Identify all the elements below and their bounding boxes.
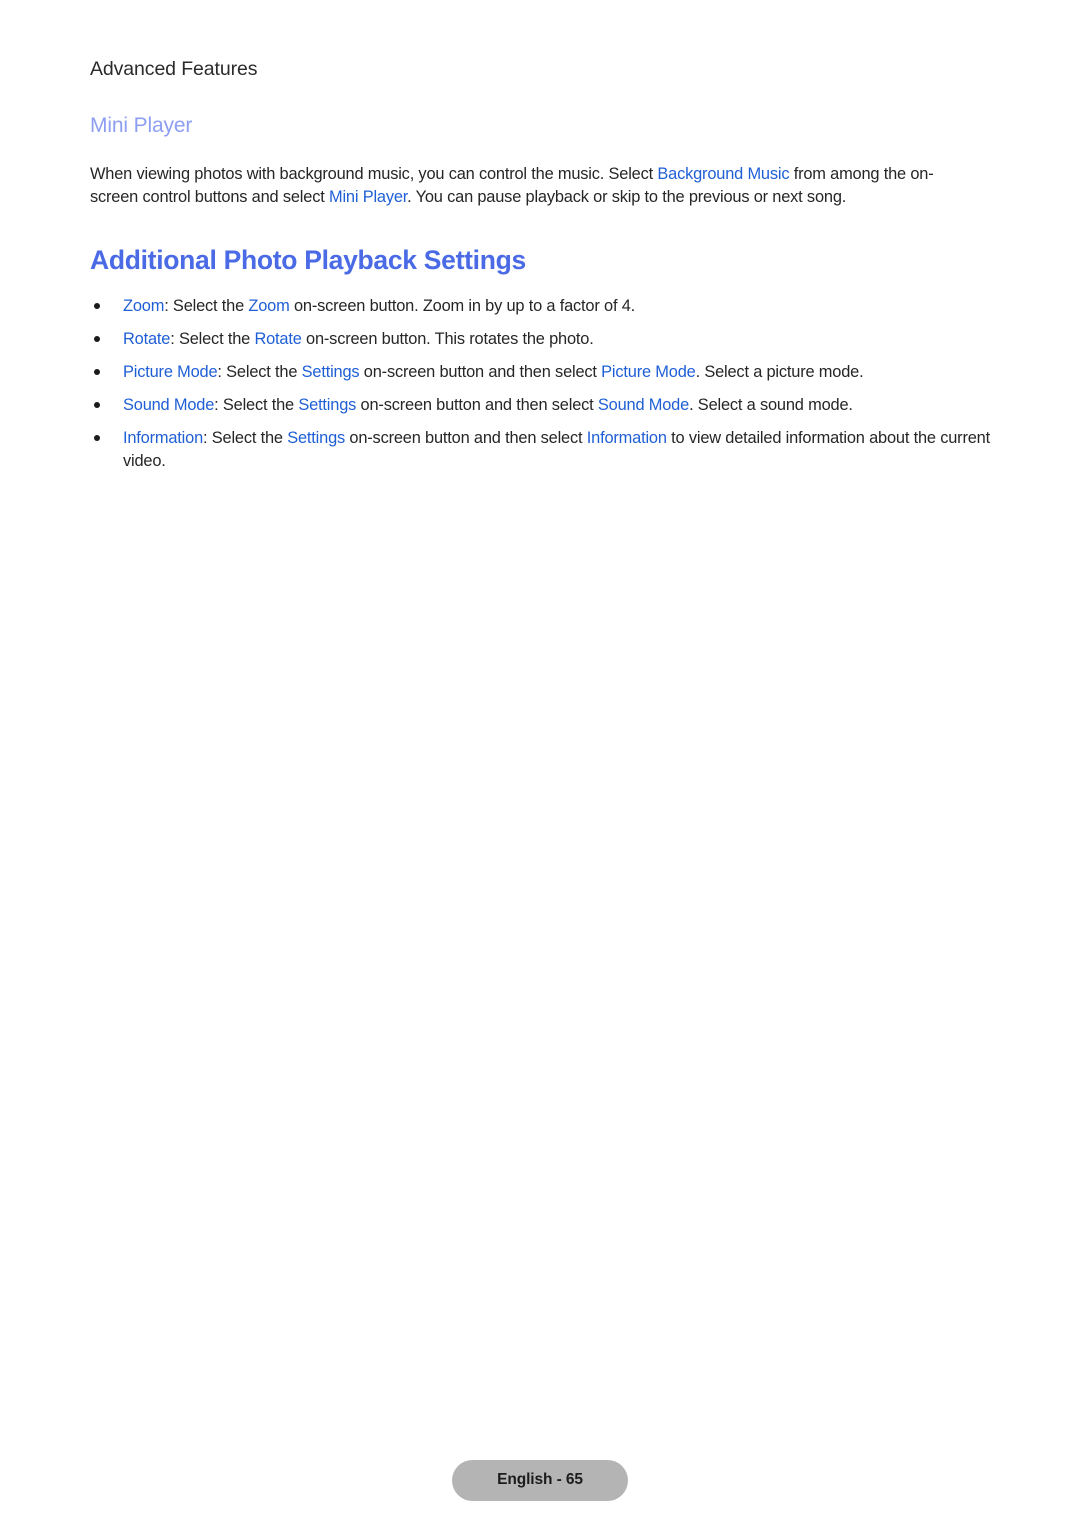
bullet-dot-icon bbox=[94, 402, 100, 408]
bullet-text-part-3: . Select a picture mode. bbox=[695, 363, 864, 381]
intro-link-mini-player[interactable]: Mini Player bbox=[329, 188, 407, 206]
intro-paragraph: When viewing photos with background musi… bbox=[90, 163, 980, 208]
list-item: Information: Select the Settings on-scre… bbox=[90, 427, 990, 472]
bullet-text-part-2: on-screen button and then select bbox=[359, 363, 602, 381]
intro-link-background-music[interactable]: Background Music bbox=[657, 165, 789, 183]
bullet-text-part-1: : Select the bbox=[170, 330, 255, 348]
bullet-term[interactable]: Sound Mode bbox=[123, 396, 214, 414]
page-title: Additional Photo Playback Settings bbox=[90, 245, 526, 275]
bullet-term[interactable]: Picture Mode bbox=[123, 363, 218, 381]
bullet-text-part-2: on-screen button and then select bbox=[345, 429, 587, 447]
running-header: Advanced Features bbox=[90, 58, 258, 80]
document-page: Advanced Features Mini Player When viewi… bbox=[0, 0, 1080, 1534]
bullet-dot-icon bbox=[94, 435, 100, 441]
intro-text-part-1: When viewing photos with background musi… bbox=[90, 165, 658, 183]
bullet-link-2[interactable]: Sound Mode bbox=[598, 396, 689, 414]
bullet-link-2[interactable]: Information bbox=[587, 429, 667, 447]
bullet-term[interactable]: Information bbox=[123, 429, 203, 447]
intro-text-part-3: . You can pause playback or skip to the … bbox=[407, 187, 847, 206]
page-number-badge: English - 65 bbox=[452, 1460, 628, 1501]
list-item: Rotate: Select the Rotate on-screen butt… bbox=[90, 328, 990, 351]
bullet-text-part-2: on-screen button. Zoom in by up to a fac… bbox=[289, 297, 636, 315]
bullet-text-part-1: : Select the bbox=[164, 297, 249, 315]
list-item: Zoom: Select the Zoom on-screen button. … bbox=[90, 295, 990, 318]
bullet-link-1[interactable]: Settings bbox=[287, 429, 345, 447]
bullet-term[interactable]: Rotate bbox=[123, 330, 170, 348]
bullet-text-part-1: : Select the bbox=[203, 429, 288, 447]
bullet-link-1[interactable]: Rotate bbox=[254, 330, 301, 348]
bullet-text-part-2: on-screen button and then select bbox=[356, 396, 598, 414]
page-content: Advanced Features Mini Player When viewi… bbox=[90, 56, 990, 472]
bullet-dot-icon bbox=[94, 369, 100, 375]
list-item: Picture Mode: Select the Settings on-scr… bbox=[90, 361, 990, 384]
bullet-dot-icon bbox=[94, 336, 100, 342]
list-item: Sound Mode: Select the Settings on-scree… bbox=[90, 394, 990, 417]
bullet-text-part-3: . Select a sound mode. bbox=[689, 396, 853, 414]
bullet-link-1[interactable]: Settings bbox=[298, 396, 356, 414]
bullet-link-2[interactable]: Picture Mode bbox=[601, 363, 696, 381]
settings-bullet-list: Zoom: Select the Zoom on-screen button. … bbox=[90, 295, 990, 472]
page-footer: English - 65 bbox=[0, 1460, 1080, 1501]
bullet-term[interactable]: Zoom bbox=[123, 297, 164, 315]
bullet-dot-icon bbox=[94, 303, 100, 309]
sub-heading-mini-player: Mini Player bbox=[90, 114, 193, 137]
bullet-text-part-1: : Select the bbox=[214, 396, 299, 414]
bullet-link-1[interactable]: Zoom bbox=[248, 297, 289, 315]
bullet-text-part-2: on-screen button. This rotates the photo… bbox=[301, 330, 594, 348]
bullet-text-part-1: : Select the bbox=[217, 363, 302, 381]
bullet-link-1[interactable]: Settings bbox=[302, 363, 360, 381]
